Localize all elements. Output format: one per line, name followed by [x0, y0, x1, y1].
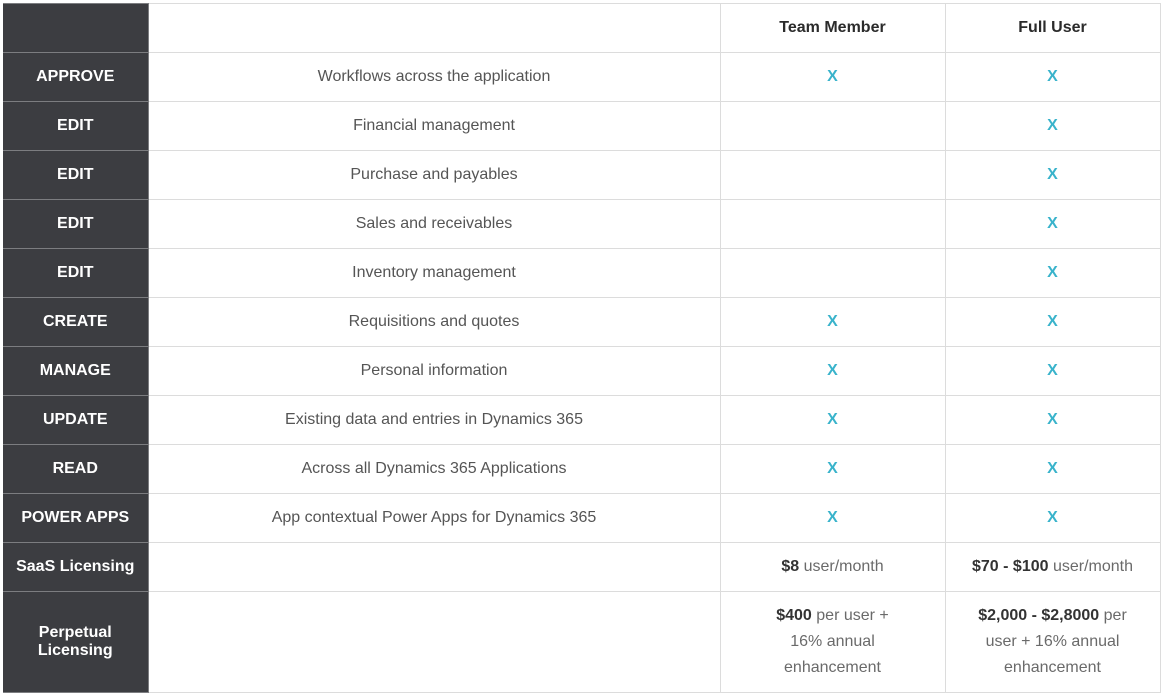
price-amount: $8: [781, 558, 800, 575]
team-member-empty-cell: [719, 101, 946, 151]
row-description: Requisitions and quotes: [147, 297, 721, 347]
row-description: Workflows across the application: [147, 52, 721, 102]
team-member-empty-cell: [719, 199, 946, 249]
row-description: Sales and receivables: [147, 199, 721, 249]
row-label: CREATE: [3, 297, 149, 347]
header-row: Team Member Full User: [3, 3, 1161, 53]
row-label: APPROVE: [3, 52, 149, 102]
full-user-check-icon: X: [944, 150, 1161, 200]
perpetual-licensing-row: Perpetual Licensing $400 per user + 16% a…: [3, 591, 1161, 693]
full-user-check-icon: X: [944, 297, 1161, 347]
table-row: MANAGE Personal information X X: [3, 346, 1161, 396]
blank-cell: [147, 542, 721, 592]
perpetual-full-price: $2,000 - $2,8000 per user + 16% annual e…: [944, 591, 1161, 693]
row-description: App contextual Power Apps for Dynamics 3…: [147, 493, 721, 543]
header-blank-cell: [147, 3, 721, 53]
team-member-check-icon: X: [719, 346, 946, 396]
row-description: Inventory management: [147, 248, 721, 298]
row-label: Perpetual Licensing: [3, 591, 149, 693]
row-label: READ: [3, 444, 149, 494]
row-description: Purchase and payables: [147, 150, 721, 200]
full-user-check-icon: X: [944, 248, 1161, 298]
price-amount: $400: [776, 607, 812, 624]
row-description: Across all Dynamics 365 Applications: [147, 444, 721, 494]
table-row: EDIT Purchase and payables X: [3, 150, 1161, 200]
team-member-check-icon: X: [719, 52, 946, 102]
row-description: Financial management: [147, 101, 721, 151]
table-row: UPDATE Existing data and entries in Dynam…: [3, 395, 1161, 445]
row-label: EDIT: [3, 199, 149, 249]
full-user-check-icon: X: [944, 199, 1161, 249]
table-row: POWER APPS App contextual Power Apps for …: [3, 493, 1161, 543]
team-member-check-icon: X: [719, 444, 946, 494]
saas-team-price: $8 user/month: [719, 542, 946, 592]
license-comparison-table: Team Member Full User APPROVE Workflows a…: [3, 3, 1161, 693]
full-user-check-icon: X: [944, 346, 1161, 396]
saas-full-price: $70 - $100 user/month: [944, 542, 1161, 592]
team-member-check-icon: X: [719, 395, 946, 445]
table-row: EDIT Financial management X: [3, 101, 1161, 151]
label-line: Perpetual: [38, 624, 112, 641]
full-user-check-icon: X: [944, 395, 1161, 445]
full-user-check-icon: X: [944, 101, 1161, 151]
corner-cell: [3, 3, 149, 53]
team-member-check-icon: X: [719, 297, 946, 347]
saas-licensing-row: SaaS Licensing $8 user/month $70 - $100 …: [3, 542, 1161, 592]
team-member-empty-cell: [719, 248, 946, 298]
row-label: SaaS Licensing: [3, 542, 149, 592]
price-suffix: user/month: [799, 558, 884, 575]
table-row: EDIT Inventory management X: [3, 248, 1161, 298]
row-label: UPDATE: [3, 395, 149, 445]
row-description: Personal information: [147, 346, 721, 396]
table-row: APPROVE Workflows across the application X…: [3, 52, 1161, 102]
row-label: EDIT: [3, 248, 149, 298]
team-member-empty-cell: [719, 150, 946, 200]
team-member-check-icon: X: [719, 493, 946, 543]
table-row: CREATE Requisitions and quotes X X: [3, 297, 1161, 347]
header-team-member: Team Member: [719, 3, 946, 53]
price-amount: $70 - $100: [972, 558, 1049, 575]
row-label: EDIT: [3, 101, 149, 151]
full-user-check-icon: X: [944, 444, 1161, 494]
header-full-user: Full User: [944, 3, 1161, 53]
full-user-check-icon: X: [944, 52, 1161, 102]
row-description: Existing data and entries in Dynamics 36…: [147, 395, 721, 445]
price-amount: $2,000 - $2,8000: [978, 607, 1100, 624]
row-label: EDIT: [3, 150, 149, 200]
table-row: READ Across all Dynamics 365 Applications…: [3, 444, 1161, 494]
blank-cell: [147, 591, 721, 693]
row-label: MANAGE: [3, 346, 149, 396]
price-suffix: user/month: [1048, 558, 1133, 575]
full-user-check-icon: X: [944, 493, 1161, 543]
row-label: POWER APPS: [3, 493, 149, 543]
table-row: EDIT Sales and receivables X: [3, 199, 1161, 249]
label-line: Licensing: [37, 642, 113, 659]
perpetual-team-price: $400 per user + 16% annual enhancement: [719, 591, 946, 693]
